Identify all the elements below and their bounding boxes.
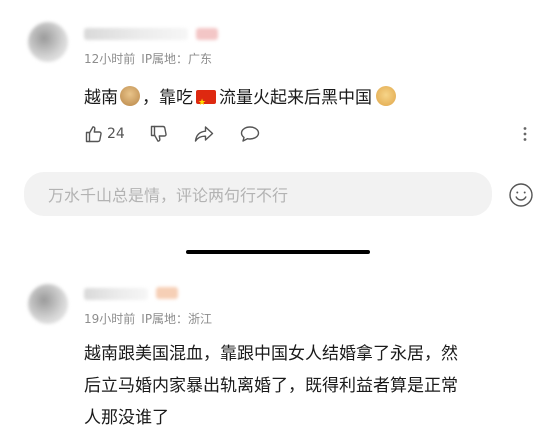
comment-input-placeholder: 万水千山总是情，评论两句行不行 <box>48 186 289 205</box>
dislike-button[interactable] <box>149 124 169 144</box>
china-flag-emoji <box>196 87 216 119</box>
user-badge-blurred <box>156 287 178 299</box>
like-button[interactable]: 24 <box>84 124 125 144</box>
comment-text-part: 流量火起来后黑中国 <box>219 88 372 108</box>
like-count: 24 <box>107 126 125 142</box>
comment-text: 越南 ，靠吃 流量火起来后黑中国 <box>84 82 396 119</box>
comment-icon <box>240 126 260 142</box>
monkey-emoji <box>120 86 140 106</box>
comment-time: 19小时前 <box>84 312 136 326</box>
username-blurred[interactable] <box>84 288 148 300</box>
comment-meta: 12小时前 IP属地：广东 <box>84 50 218 67</box>
username-blurred[interactable] <box>84 28 188 40</box>
emoji-button[interactable] <box>508 182 534 212</box>
share-icon <box>194 126 214 142</box>
comment-text-part: ，靠吃 <box>142 88 193 108</box>
doge-emoji <box>376 86 396 106</box>
comment-text-line: 越南跟美国混血，靠跟中国女人结婚拿了永居，然 <box>84 344 458 364</box>
comment-text-line: 后立马婚内家暴出轨离婚了，既得利益者算是正常 <box>84 376 458 396</box>
more-options-button[interactable] <box>522 126 528 145</box>
comment-input[interactable]: 万水千山总是情，评论两句行不行 <box>24 172 492 216</box>
comment-ip-location: IP属地：广东 <box>141 52 213 66</box>
share-button[interactable] <box>193 124 215 144</box>
avatar[interactable] <box>28 22 68 62</box>
comment-text: 越南跟美国混血，靠跟中国女人结婚拿了永居，然 后立马婚内家暴出轨离婚了，既得利益… <box>84 338 544 434</box>
comment-meta: 19小时前 IP属地：浙江 <box>84 310 218 327</box>
comment-actions: 24 <box>84 124 285 144</box>
comment-text-part: 越南 <box>84 88 118 108</box>
comment-time: 12小时前 <box>84 52 136 66</box>
thumbs-down-icon <box>150 125 167 142</box>
home-indicator <box>186 250 370 254</box>
comment-text-line: 人那没谁了 <box>84 408 169 428</box>
smiley-icon <box>509 183 533 207</box>
avatar[interactable] <box>28 284 68 324</box>
more-vertical-icon <box>523 127 527 141</box>
user-badge-blurred <box>196 28 218 40</box>
comment-ip-location: IP属地：浙江 <box>141 312 213 326</box>
comment-button[interactable] <box>239 124 261 144</box>
thumbs-up-icon <box>85 126 102 143</box>
